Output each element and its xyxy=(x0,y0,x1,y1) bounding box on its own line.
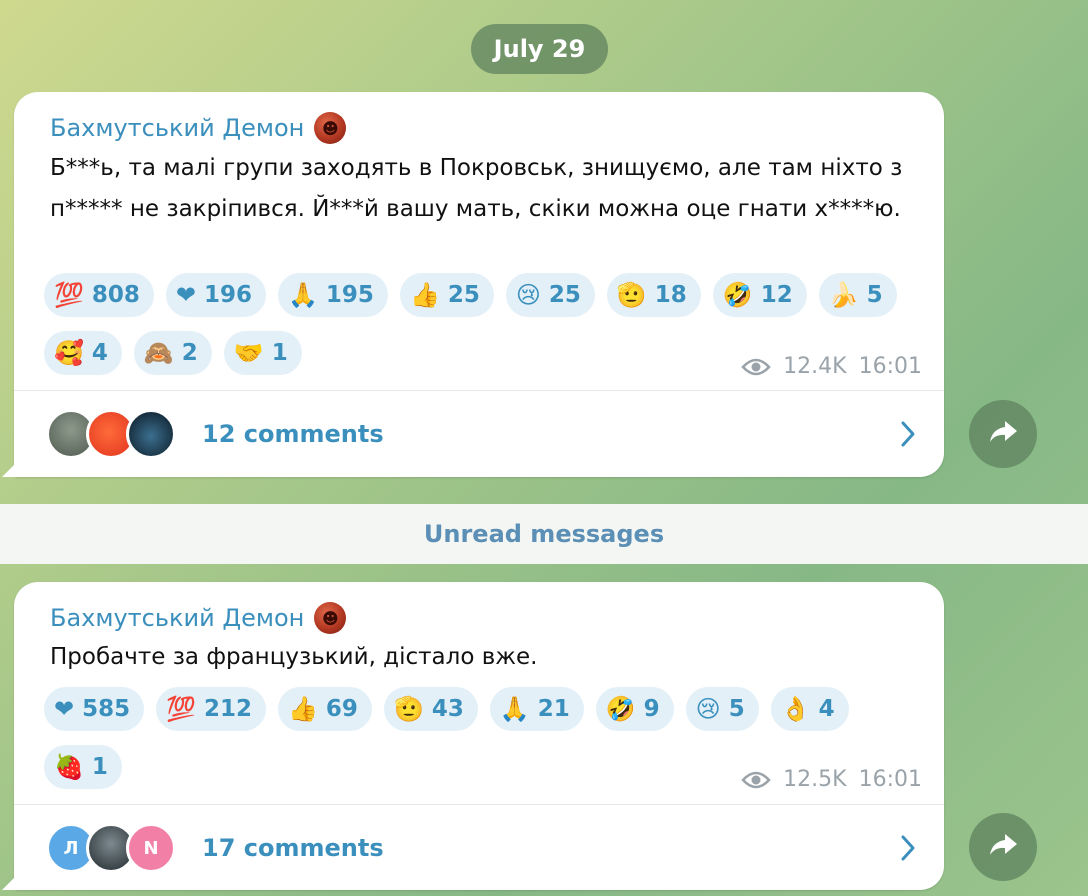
handshake-icon: 🤝 xyxy=(234,341,264,365)
hundred-points-icon: 💯 xyxy=(166,697,196,721)
reaction-count: 43 xyxy=(432,696,464,722)
reaction-count: 585 xyxy=(82,696,130,722)
reaction-count: 195 xyxy=(326,282,374,308)
message-text: Пробачте за французький, дістало вже. xyxy=(50,637,914,678)
reaction-chip[interactable]: ❤ 585 xyxy=(44,687,144,731)
sender-name[interactable]: Бахмутський Демон ☻ xyxy=(50,602,346,634)
unread-messages-divider: Unread messages xyxy=(0,504,1088,564)
reaction-chip[interactable]: 🥰4 xyxy=(44,331,122,375)
reaction-count: 5 xyxy=(867,282,883,308)
reaction-count: 9 xyxy=(644,696,660,722)
reaction-chip[interactable]: 🍓1 xyxy=(44,745,122,789)
hundred-points-icon: 💯 xyxy=(54,283,84,307)
reaction-chip[interactable]: 🙏 21 xyxy=(490,687,584,731)
reaction-count: 1 xyxy=(92,754,108,780)
folded-hands-icon: 🙏 xyxy=(500,697,530,721)
reaction-count: 25 xyxy=(549,282,581,308)
views-count: 12.5K xyxy=(783,767,846,792)
reaction-chip[interactable]: 💯 808 xyxy=(44,273,154,317)
reaction-count: 12 xyxy=(761,282,793,308)
comments-button[interactable]: 12 comments xyxy=(14,391,944,477)
reaction-chip[interactable]: 💯 212 xyxy=(156,687,266,731)
heart-icon: ❤ xyxy=(176,283,196,307)
reaction-chip[interactable]: 🙏 195 xyxy=(278,273,388,317)
reaction-chip[interactable]: 👌4 xyxy=(771,687,849,731)
ok-hand-icon: 👌 xyxy=(781,697,811,721)
reaction-chip[interactable]: 🤣 12 xyxy=(713,273,807,317)
demon-mask-icon: ☻ xyxy=(314,602,346,634)
reaction-count: 196 xyxy=(204,282,252,308)
share-arrow-icon xyxy=(987,831,1019,863)
reaction-count: 21 xyxy=(538,696,570,722)
reaction-count: 4 xyxy=(92,340,108,366)
reaction-chip[interactable]: 😢5 xyxy=(686,687,759,731)
reaction-chip[interactable]: 🍌5 xyxy=(819,273,897,317)
heart-icon: ❤ xyxy=(54,697,74,721)
crying-face-icon: 😢 xyxy=(696,697,721,721)
reaction-chip[interactable]: 🫡 18 xyxy=(607,273,701,317)
reaction-count: 808 xyxy=(92,282,140,308)
crying-face-icon: 😢 xyxy=(516,283,541,307)
avatar: N xyxy=(126,823,176,873)
reaction-count: 2 xyxy=(182,340,198,366)
reaction-count: 69 xyxy=(326,696,358,722)
reaction-chip[interactable]: 🫡 43 xyxy=(384,687,478,731)
chevron-right-icon xyxy=(900,420,916,448)
reaction-chip[interactable]: 🙈2 xyxy=(134,331,212,375)
views-eye-icon xyxy=(741,770,771,790)
reaction-chip[interactable]: 🤝1 xyxy=(224,331,302,375)
comments-count: 12 comments xyxy=(202,420,384,448)
reaction-count: 1 xyxy=(272,340,288,366)
reaction-chip[interactable]: 👍 25 xyxy=(400,273,494,317)
views-eye-icon xyxy=(741,357,771,377)
rofl-face-icon: 🤣 xyxy=(606,697,636,721)
views-count: 12.4K xyxy=(783,354,846,379)
reaction-count: 25 xyxy=(448,282,480,308)
share-button[interactable] xyxy=(969,400,1037,468)
reaction-count: 5 xyxy=(729,696,745,722)
message-meta: 12.5K 16:01 xyxy=(741,767,922,792)
chevron-right-icon xyxy=(900,834,916,862)
message-bubble: Бахмутський Демон ☻ Б***ь, та малі групи… xyxy=(14,92,944,477)
share-arrow-icon xyxy=(987,418,1019,450)
strawberry-icon: 🍓 xyxy=(54,755,84,779)
reaction-chip[interactable]: 👍 69 xyxy=(278,687,372,731)
comments-button[interactable]: Л N 17 comments xyxy=(14,805,944,891)
message-time: 16:01 xyxy=(859,354,922,379)
reaction-chip[interactable]: 🤣9 xyxy=(596,687,674,731)
sender-name[interactable]: Бахмутський Демон ☻ xyxy=(50,112,346,144)
folded-hands-icon: 🙏 xyxy=(288,283,318,307)
reaction-chip[interactable]: 😢 25 xyxy=(506,273,595,317)
reaction-count: 4 xyxy=(819,696,835,722)
reaction-count: 212 xyxy=(204,696,252,722)
commenter-avatars xyxy=(46,409,196,459)
reaction-count: 18 xyxy=(655,282,687,308)
share-button[interactable] xyxy=(969,813,1037,881)
message-bubble: Бахмутський Демон ☻ Пробачте за французь… xyxy=(14,582,944,890)
salute-icon: 🫡 xyxy=(617,283,647,307)
reaction-chip[interactable]: ❤ 196 xyxy=(166,273,266,317)
message-time: 16:01 xyxy=(859,767,922,792)
message-meta: 12.4K 16:01 xyxy=(741,354,922,379)
avatar xyxy=(126,409,176,459)
demon-mask-icon: ☻ xyxy=(314,112,346,144)
message-text: Б***ь, та малі групи заходять в Покровсь… xyxy=(50,148,914,230)
sender-name-label: Бахмутський Демон xyxy=(50,604,304,632)
thumbs-up-icon: 👍 xyxy=(410,283,440,307)
banana-icon: 🍌 xyxy=(829,283,859,307)
thumbs-up-icon: 👍 xyxy=(288,697,318,721)
sender-name-label: Бахмутський Демон xyxy=(50,114,304,142)
salute-icon: 🫡 xyxy=(394,697,424,721)
commenter-avatars: Л N xyxy=(46,823,196,873)
comments-count: 17 comments xyxy=(202,834,384,862)
rofl-face-icon: 🤣 xyxy=(723,283,753,307)
unread-messages-label: Unread messages xyxy=(424,520,664,548)
smiling-hearts-icon: 🥰 xyxy=(54,341,84,365)
see-no-evil-monkey-icon: 🙈 xyxy=(144,341,174,365)
date-separator: July 29 xyxy=(471,24,608,74)
